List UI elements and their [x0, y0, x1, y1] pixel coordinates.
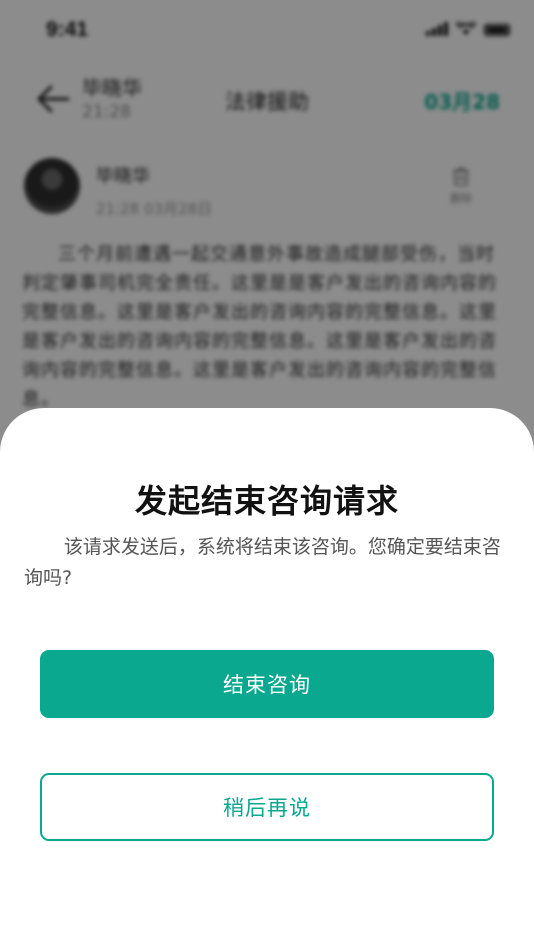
dialog-title: 发起结束咨询请求 [134, 482, 399, 520]
later-button[interactable]: 稍后再说 [40, 773, 494, 841]
dialog-message: 该请求发送后，系统将结束该咨询。您确定要结束咨询吗? [24, 536, 501, 589]
end-consultation-button[interactable]: 结束咨询 [40, 650, 494, 718]
end-consultation-sheet: 发起结束咨询请求 该请求发送后，系统将结束该咨询。您确定要结束咨询吗? 结束咨询… [0, 408, 534, 950]
